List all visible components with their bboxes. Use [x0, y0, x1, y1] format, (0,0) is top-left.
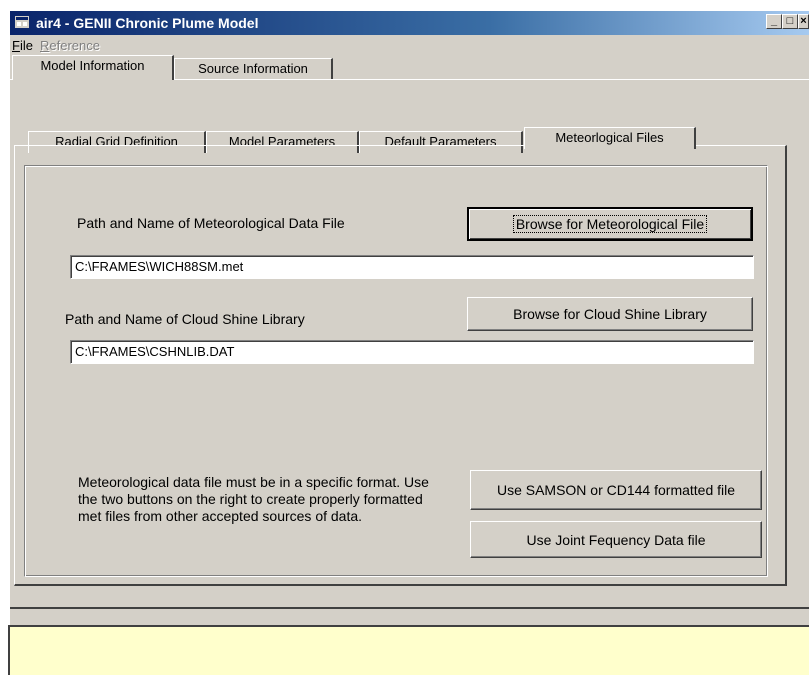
browse-cloud-shine-button[interactable]: Browse for Cloud Shine Library — [467, 297, 753, 331]
status-bar — [8, 625, 809, 675]
tab-meteorological-files[interactable]: Meteorlogical Files — [524, 127, 696, 149]
browse-met-file-label: Browse for Meteorological File — [512, 215, 708, 233]
met-file-label: Path and Name of Meteorological Data Fil… — [77, 215, 345, 231]
window-title: air4 - GENII Chronic Plume Model — [36, 15, 259, 31]
cloud-shine-label: Path and Name of Cloud Shine Library — [65, 311, 305, 327]
app-icon — [15, 16, 29, 28]
menu-file[interactable]: File — [12, 38, 33, 53]
format-note: Meteorological data file must be in a sp… — [78, 474, 429, 524]
menu-reference[interactable]: Reference — [40, 38, 100, 53]
menu-bar: File Reference — [10, 35, 809, 55]
browse-met-file-button[interactable]: Browse for Meteorological File — [467, 207, 753, 241]
samson-cd144-button[interactable]: Use SAMSON or CD144 formatted file — [470, 470, 762, 510]
met-file-input[interactable]: C:\FRAMES\WICH88SM.met — [70, 255, 754, 279]
tab-model-information[interactable]: Model Information — [12, 55, 174, 80]
maximize-button[interactable]: □ — [782, 14, 798, 29]
close-button[interactable]: × — [798, 14, 809, 29]
tab-source-information[interactable]: Source Information — [174, 58, 333, 80]
joint-frequency-button[interactable]: Use Joint Fequency Data file — [470, 521, 762, 558]
minimize-button[interactable]: _ — [766, 14, 782, 29]
title-bar[interactable]: air4 - GENII Chronic Plume Model _ □ × — [10, 11, 809, 35]
cloud-shine-input[interactable]: C:\FRAMES\CSHNLIB.DAT — [70, 340, 754, 364]
